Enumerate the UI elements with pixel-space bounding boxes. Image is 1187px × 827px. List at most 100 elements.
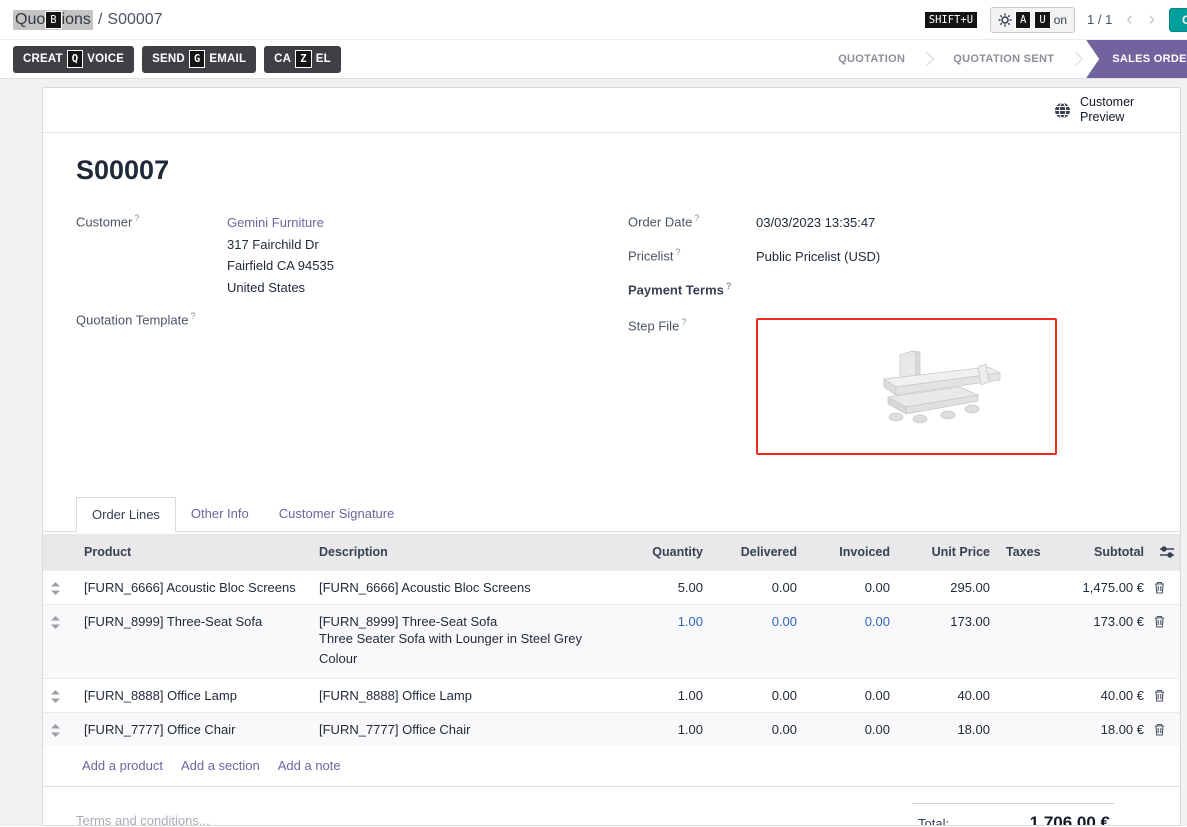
optional-columns-icon[interactable] bbox=[1152, 534, 1181, 571]
tab-order-lines[interactable]: Order Lines bbox=[76, 497, 176, 532]
drag-handle-icon[interactable] bbox=[43, 605, 76, 679]
cell-product[interactable]: [FURN_8888] Office Lamp bbox=[76, 679, 311, 713]
cancel-label-prefix: CA bbox=[274, 53, 291, 65]
delete-row-icon[interactable] bbox=[1152, 605, 1181, 679]
cell-taxes[interactable] bbox=[998, 605, 1040, 679]
status-sales-order[interactable]: SALES ORDER bbox=[1086, 40, 1187, 78]
column-header-invoiced[interactable]: Invoiced bbox=[805, 534, 898, 571]
add-note-link[interactable]: Add a note bbox=[278, 758, 341, 773]
column-header-product[interactable]: Product bbox=[76, 534, 311, 571]
table-row[interactable]: [FURN_7777] Office Chair [FURN_7777] Off… bbox=[43, 713, 1181, 747]
sheet-footer: Terms and conditions... Total: 1,706.00 … bbox=[76, 803, 1114, 826]
column-header-delivered[interactable]: Delivered bbox=[711, 534, 805, 571]
cell-product[interactable]: [FURN_7777] Office Chair bbox=[76, 713, 311, 747]
delete-row-icon[interactable] bbox=[1152, 571, 1181, 605]
help-icon: ? bbox=[191, 311, 196, 321]
cell-description[interactable]: [FURN_8888] Office Lamp bbox=[311, 679, 623, 713]
cell-unit-price[interactable]: 295.00 bbox=[898, 571, 998, 605]
column-header-quantity[interactable]: Quantity bbox=[623, 534, 711, 571]
cell-product[interactable]: [FURN_6666] Acoustic Bloc Screens bbox=[76, 571, 311, 605]
cell-delivered[interactable]: 0.00 bbox=[711, 679, 805, 713]
drag-handle-icon[interactable] bbox=[43, 713, 76, 747]
add-section-link[interactable]: Add a section bbox=[181, 758, 260, 773]
sheet-body: S00007 Customer? Gemini Furniture 317 Fa… bbox=[43, 155, 1180, 826]
breadcrumb-parent[interactable]: QuoBions bbox=[13, 10, 93, 30]
table-row[interactable]: [FURN_8999] Three-Seat Sofa [FURN_8999] … bbox=[43, 605, 1181, 679]
pager-previous-icon[interactable]: ‹ bbox=[1124, 11, 1134, 29]
cell-taxes[interactable] bbox=[998, 713, 1040, 747]
delete-row-icon[interactable] bbox=[1152, 679, 1181, 713]
customer-value: Gemini Furniture 317 Fairchild Dr Fairfi… bbox=[227, 212, 334, 298]
create-invoice-button[interactable]: CREATQVOICE bbox=[13, 46, 134, 73]
description-line: [FURN_8999] Three-Seat Sofa bbox=[319, 614, 615, 629]
table-row[interactable]: [FURN_8888] Office Lamp [FURN_8888] Offi… bbox=[43, 679, 1181, 713]
action-menu-button[interactable]: A U on bbox=[990, 7, 1075, 33]
help-icon: ? bbox=[676, 247, 681, 257]
cell-description[interactable]: [FURN_6666] Acoustic Bloc Screens bbox=[311, 571, 623, 605]
cell-invoiced[interactable]: 0.00 bbox=[805, 605, 898, 679]
control-bar: CREATQVOICE SENDGEMAIL CAZEL QUOTATION Q… bbox=[0, 40, 1187, 79]
cell-quantity[interactable]: 1.00 bbox=[623, 679, 711, 713]
notebook-tabs: Order Lines Other Info Customer Signatur… bbox=[43, 497, 1180, 532]
cell-unit-price[interactable]: 40.00 bbox=[898, 679, 998, 713]
pricelist-label: Pricelist? bbox=[628, 246, 756, 276]
customer-link[interactable]: Gemini Furniture bbox=[227, 215, 324, 230]
add-product-link[interactable]: Add a product bbox=[82, 758, 163, 773]
create-invoice-label-prefix: CREAT bbox=[23, 53, 63, 65]
total-value: 1,706.00 € bbox=[1030, 813, 1110, 826]
cell-quantity[interactable]: 1.00 bbox=[623, 605, 711, 679]
sheet-header: Customer Preview bbox=[43, 88, 1180, 133]
cell-invoiced[interactable]: 0.00 bbox=[805, 713, 898, 747]
cell-product[interactable]: [FURN_8999] Three-Seat Sofa bbox=[76, 605, 311, 679]
pager-next-icon[interactable]: › bbox=[1147, 11, 1157, 29]
column-header-taxes[interactable]: Taxes bbox=[998, 534, 1040, 571]
column-header-subtotal[interactable]: Subtotal bbox=[1040, 534, 1152, 571]
terms-and-conditions-input[interactable]: Terms and conditions... bbox=[76, 813, 210, 826]
globe-icon bbox=[1054, 102, 1071, 119]
status-quotation[interactable]: QUOTATION bbox=[822, 40, 921, 78]
page: QuoBions / S00007 SHIFT+U A U on 1 / 1 ‹… bbox=[0, 0, 1187, 827]
cell-delivered[interactable]: 0.00 bbox=[711, 605, 805, 679]
drag-handle-icon[interactable] bbox=[43, 679, 76, 713]
send-email-label-prefix: SEND bbox=[152, 53, 185, 65]
table-footer-links: Add a product Add a section Add a note bbox=[43, 746, 1180, 787]
field-payment-terms: Payment Terms? bbox=[628, 280, 1140, 310]
totals-block: Total: 1,706.00 € bbox=[912, 803, 1114, 826]
help-icon: ? bbox=[726, 281, 732, 291]
breadcrumb: QuoBions / S00007 bbox=[13, 10, 163, 30]
cancel-button[interactable]: CAZEL bbox=[264, 46, 341, 73]
pricelist-value[interactable]: Public Pricelist (USD) bbox=[756, 246, 880, 276]
cell-delivered[interactable]: 0.00 bbox=[711, 713, 805, 747]
send-email-button[interactable]: SENDGEMAIL bbox=[142, 46, 256, 73]
cell-delivered[interactable]: 0.00 bbox=[711, 571, 805, 605]
cell-taxes[interactable] bbox=[998, 679, 1040, 713]
tab-customer-signature[interactable]: Customer Signature bbox=[264, 497, 410, 531]
tab-other-info[interactable]: Other Info bbox=[176, 497, 264, 531]
column-header-unit-price[interactable]: Unit Price bbox=[898, 534, 998, 571]
content-area: Customer Preview S00007 Customer? Gemini… bbox=[0, 79, 1187, 826]
cell-invoiced[interactable]: 0.00 bbox=[805, 679, 898, 713]
cell-unit-price[interactable]: 18.00 bbox=[898, 713, 998, 747]
cell-description[interactable]: [FURN_7777] Office Chair bbox=[311, 713, 623, 747]
action-menu-label: on bbox=[1054, 13, 1067, 27]
cell-invoiced[interactable]: 0.00 bbox=[805, 571, 898, 605]
table-row[interactable]: [FURN_6666] Acoustic Bloc Screens [FURN_… bbox=[43, 571, 1181, 605]
cell-taxes[interactable] bbox=[998, 571, 1040, 605]
order-date-value[interactable]: 03/03/2023 13:35:47 bbox=[756, 212, 875, 242]
status-quotation-sent[interactable]: QUOTATION SENT bbox=[937, 40, 1070, 78]
shortcut-badge-u: U bbox=[1034, 11, 1050, 29]
customer-preview-label: Customer Preview bbox=[1080, 95, 1144, 125]
cell-quantity[interactable]: 5.00 bbox=[623, 571, 711, 605]
pager-counter: 1 / 1 bbox=[1087, 12, 1112, 27]
cell-quantity[interactable]: 1.00 bbox=[623, 713, 711, 747]
edge-teal-button[interactable]: Cl bbox=[1169, 8, 1187, 32]
column-header-description[interactable]: Description bbox=[311, 534, 623, 571]
delete-row-icon[interactable] bbox=[1152, 713, 1181, 747]
shortcut-badge-q: Q bbox=[67, 50, 84, 68]
customer-preview-button[interactable]: Customer Preview bbox=[1054, 95, 1144, 125]
cell-description[interactable]: [FURN_8999] Three-Seat Sofa Three Seater… bbox=[311, 605, 623, 679]
step-file-preview[interactable] bbox=[756, 318, 1057, 455]
send-email-label-suffix: EMAIL bbox=[209, 53, 246, 65]
drag-handle-icon[interactable] bbox=[43, 571, 76, 605]
cell-unit-price[interactable]: 173.00 bbox=[898, 605, 998, 679]
